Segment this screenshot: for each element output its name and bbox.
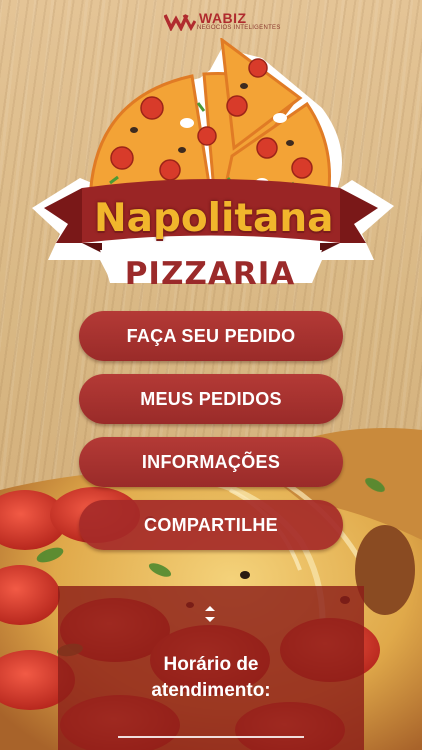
- hours-divider: [118, 736, 304, 738]
- place-order-button[interactable]: FAÇA SEU PEDIDO: [79, 311, 343, 361]
- share-button[interactable]: COMPARTILHE: [79, 500, 343, 550]
- logo-subtitle: PIZZARIA: [124, 256, 296, 292]
- wabiz-mark-icon: [164, 14, 196, 31]
- expand-collapse-chevrons-icon[interactable]: [201, 603, 219, 625]
- logo-name: Napolitana: [94, 196, 334, 241]
- brand-logo: WABIZ NEGÓCIOS INTELIGENTES: [164, 8, 280, 34]
- brand-tagline: NEGÓCIOS INTELIGENTES: [197, 25, 281, 31]
- brand-name: WABIZ: [199, 10, 247, 26]
- my-orders-button[interactable]: MEUS PEDIDOS: [79, 374, 343, 424]
- information-button[interactable]: INFORMAÇÕES: [79, 437, 343, 487]
- pizzeria-logo: [32, 38, 394, 283]
- hours-title: Horário de atendimento:: [151, 654, 271, 701]
